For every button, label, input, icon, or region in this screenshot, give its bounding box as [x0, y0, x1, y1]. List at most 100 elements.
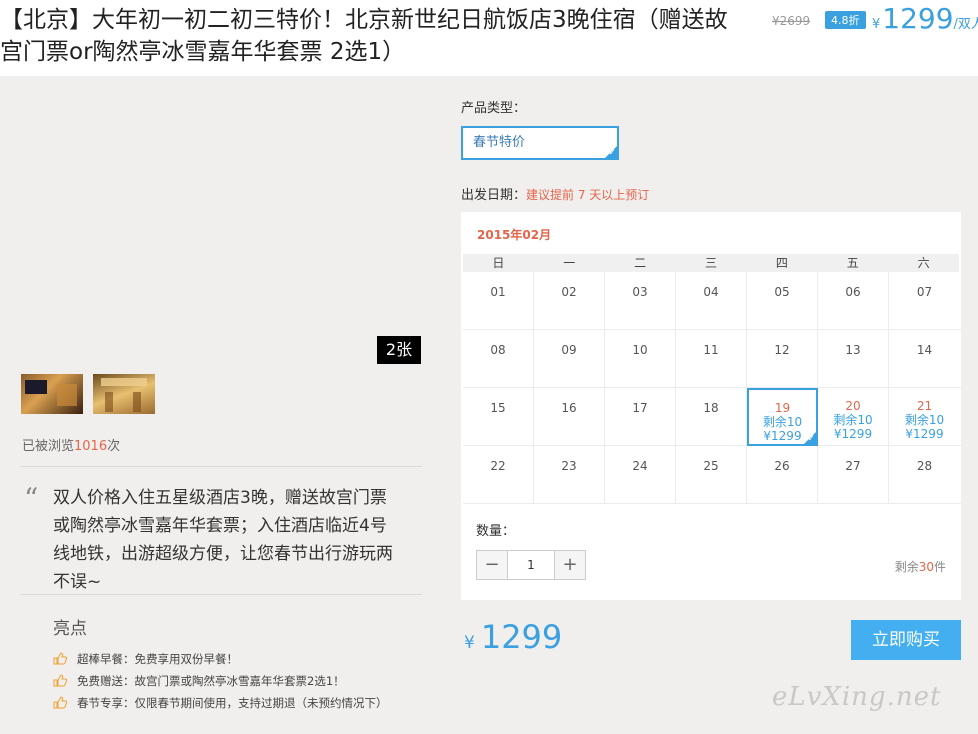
day-number: 28	[916, 459, 933, 473]
calendar-day-04: 04	[676, 272, 747, 330]
day-number: 01	[490, 285, 506, 299]
divider	[20, 466, 422, 467]
day-number: 20	[845, 399, 861, 413]
stock-prefix: 剩余	[894, 560, 919, 574]
main-image[interactable]	[20, 96, 422, 364]
thumbs-up-icon	[53, 674, 67, 687]
stock-count: 30	[918, 560, 934, 574]
calendar-week-row: 15 16 17 18 19 剩余10 ¥1299 ✓ 20 剩余10 ¥1299 21 剩余10 ¥12…	[463, 388, 961, 446]
calendar-day-20[interactable]: 20 剩余10 ¥1299	[818, 388, 889, 446]
day-number: 27	[845, 459, 861, 473]
highlight-text: 免费赠送：故宫门票或陶然亭冰雪嘉年华套票2选1！	[77, 674, 345, 688]
day-number: 09	[561, 343, 577, 357]
calendar-day-06: 06	[818, 272, 889, 330]
day-number: 06	[845, 285, 861, 299]
day-number: 18	[703, 401, 719, 415]
product-type-value: 春节特价	[473, 135, 526, 150]
view-count: 已被浏览1016次	[22, 435, 120, 454]
calendar-day-03: 03	[605, 272, 676, 330]
departure-date-label: 出发日期：	[461, 188, 527, 203]
date-calendar: 2015年02月 日 一 二 三 四 五 六 01 02 03 04 05 06 07 08 0…	[461, 212, 961, 504]
check-icon: ✓	[608, 148, 616, 158]
header-price-block: ¥2699 4.8折 ¥1299/双人	[772, 2, 978, 38]
day-number: 17	[632, 401, 648, 415]
calendar-day-21[interactable]: 21 剩余10 ¥1299	[889, 388, 960, 446]
divider	[20, 594, 422, 595]
day-stock: 剩余10	[904, 413, 945, 427]
calendar-day-14: 14	[889, 330, 960, 388]
original-price: ¥2699	[772, 14, 811, 28]
thumbnail-1[interactable]	[21, 374, 83, 414]
buy-now-button[interactable]: 立即购买	[851, 620, 961, 660]
product-type-label: 产品类型：	[461, 101, 527, 116]
weekday: 五	[846, 256, 859, 270]
highlight-item: 春节专享：仅限春节期间使用，支持过期退（未预约情况下）	[53, 692, 423, 714]
day-number: 23	[561, 459, 577, 473]
day-number: 22	[490, 459, 506, 473]
total-price-value: 1299	[480, 618, 563, 656]
weekday: 三	[705, 256, 718, 270]
quantity-panel: 数量： − 1 + 剩余30件	[461, 504, 961, 600]
day-number: 08	[490, 343, 506, 357]
increase-button[interactable]: +	[555, 551, 585, 579]
day-number: 25	[703, 459, 719, 473]
check-icon: ✓	[807, 434, 815, 444]
day-number: 15	[490, 401, 506, 415]
day-number: 03	[632, 285, 648, 299]
weekday: 四	[775, 256, 788, 270]
day-number: 16	[561, 401, 577, 415]
quantity-label: 数量：	[476, 524, 516, 539]
discount-badge: 4.8折	[825, 11, 866, 29]
day-number: 04	[703, 285, 719, 299]
header-price: ¥1299/双人	[872, 2, 978, 35]
day-number: 26	[774, 459, 790, 473]
calendar-day-11: 11	[676, 330, 747, 388]
decrease-button[interactable]: −	[477, 551, 507, 579]
calendar-day-25: 25	[676, 446, 747, 504]
calendar-week-row: 08 09 10 11 12 13 14	[463, 330, 961, 388]
calendar-weekday-header: 日 一 二 三 四 五 六	[463, 254, 959, 272]
calendar-day-07: 07	[889, 272, 960, 330]
departure-date-hint: 建议提前 7 天以上预订	[526, 188, 650, 202]
header-price-unit: /双人	[953, 17, 978, 32]
weekday: 一	[563, 256, 576, 270]
calendar-day-28: 28	[889, 446, 960, 504]
day-number: 13	[845, 343, 861, 357]
calendar-day-13: 13	[818, 330, 889, 388]
highlight-item: 超棒早餐：免费享用双份早餐！	[53, 648, 423, 670]
product-title: 【北京】大年初一初二初三特价！北京新世纪日航饭店3晚住宿（赠送故宫门票or陶然亭…	[0, 7, 728, 65]
header-bar: 【北京】大年初一初二初三特价！北京新世纪日航饭店3晚住宿（赠送故宫门票or陶然亭…	[0, 0, 978, 76]
calendar-day-22: 22	[463, 446, 534, 504]
highlight-text: 超棒早餐：免费享用双份早餐！	[77, 652, 238, 666]
view-count-prefix: 已被浏览	[22, 439, 75, 454]
calendar-day-01: 01	[463, 272, 534, 330]
departure-date-label-row: 出发日期：建议提前 7 天以上预订	[461, 184, 649, 203]
day-number: 02	[561, 285, 577, 299]
quote-icon: “	[24, 482, 39, 515]
weekday: 六	[917, 256, 930, 270]
calendar-day-05: 05	[747, 272, 818, 330]
weekday: 二	[634, 256, 647, 270]
day-price: ¥1299	[905, 427, 944, 441]
highlights-title: 亮点	[53, 619, 87, 639]
total-yen: ¥	[464, 633, 475, 653]
product-type-option[interactable]: 春节特价 ✓	[461, 126, 619, 160]
thumbnail-2[interactable]	[93, 374, 155, 414]
day-number: 21	[916, 399, 933, 413]
calendar-day-09: 09	[534, 330, 605, 388]
thumbs-up-icon	[53, 696, 67, 709]
day-number: 05	[774, 285, 790, 299]
thumbs-up-icon	[53, 652, 67, 665]
calendar-grid: 01 02 03 04 05 06 07 08 09 10 11 12 13 14 15 16 17 18 19 剩余…	[463, 272, 961, 504]
calendar-month: 2015年02月	[477, 228, 552, 242]
calendar-day-26: 26	[747, 446, 818, 504]
thumbnail-1-image	[25, 380, 77, 406]
calendar-day-08: 08	[463, 330, 534, 388]
calendar-day-19[interactable]: 19 剩余10 ¥1299 ✓	[747, 388, 818, 446]
day-number: 11	[703, 343, 719, 357]
day-number: 10	[632, 343, 648, 357]
calendar-day-18: 18	[676, 388, 747, 446]
calendar-day-23: 23	[534, 446, 605, 504]
quantity-input[interactable]: 1	[507, 551, 555, 579]
calendar-day-15: 15	[463, 388, 534, 446]
